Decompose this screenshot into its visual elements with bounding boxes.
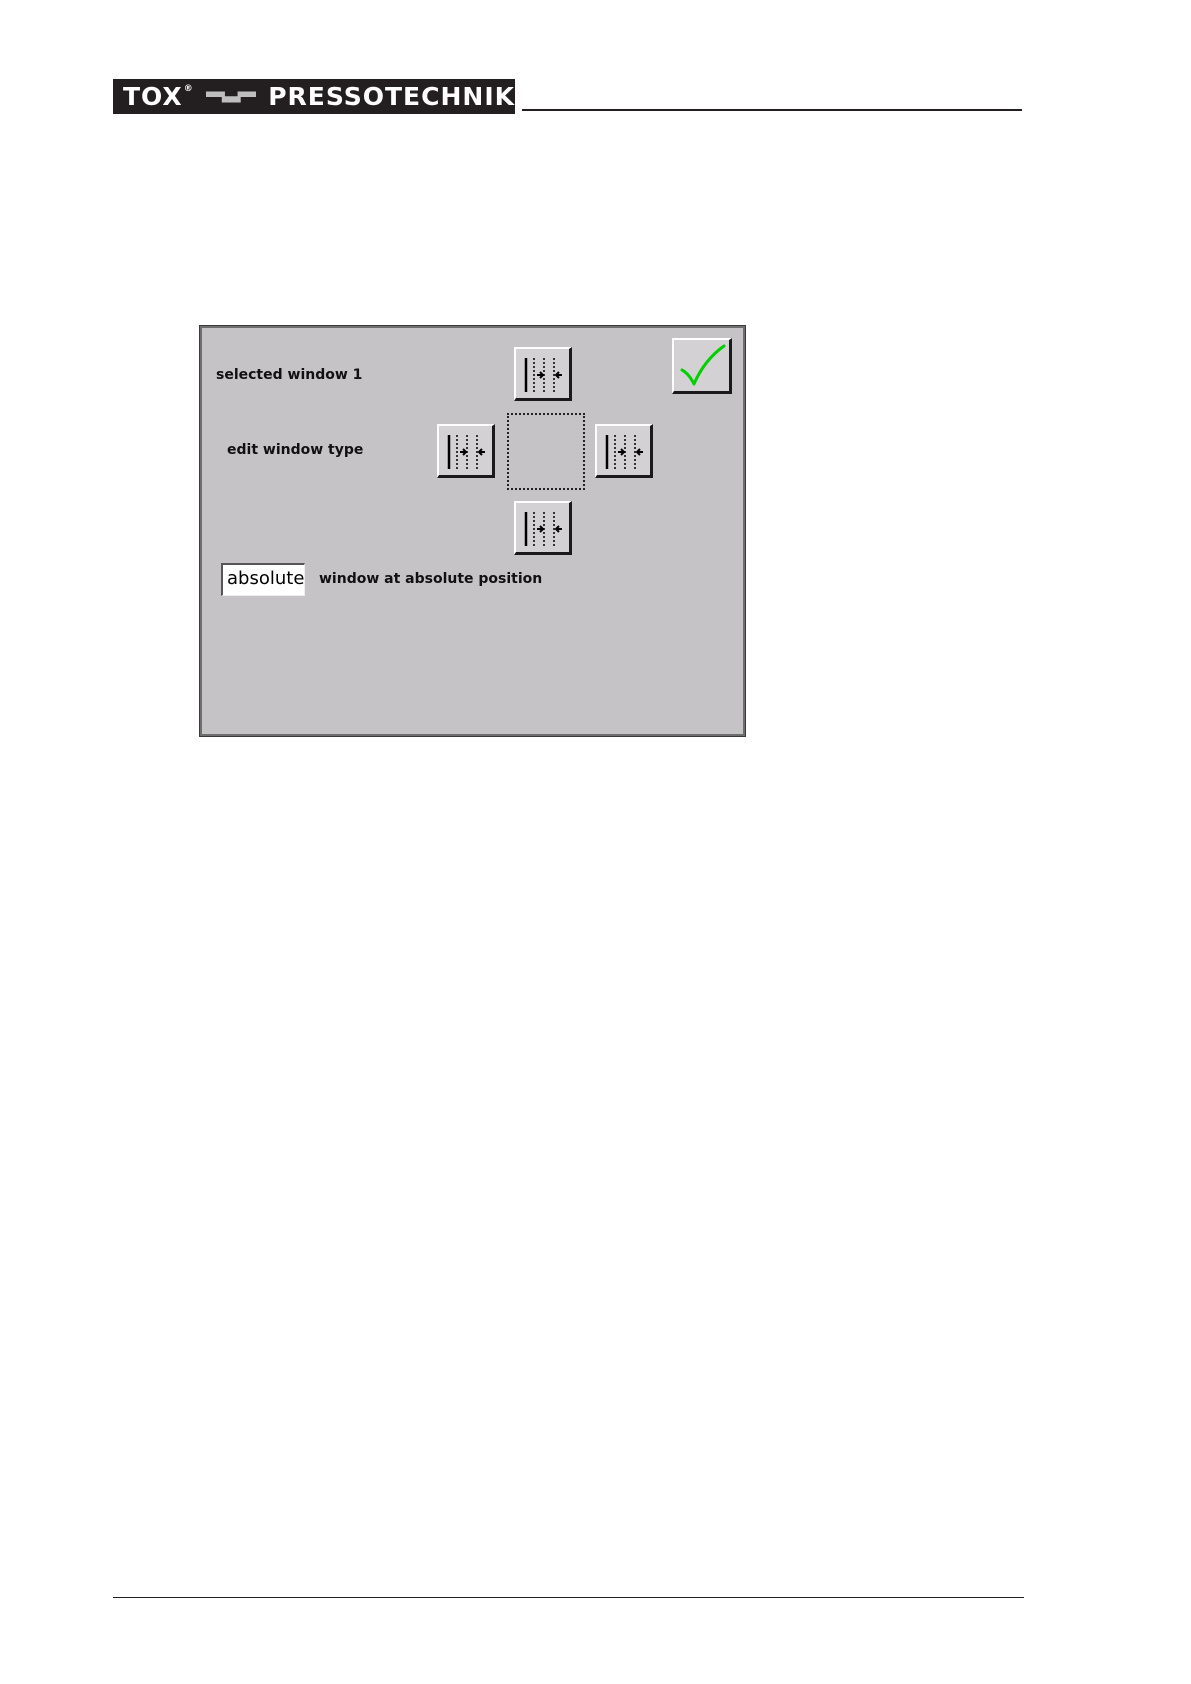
edit-window-type-label: edit window type bbox=[227, 442, 364, 458]
brand-press-icon bbox=[205, 90, 257, 103]
selected-window-label: selected window 1 bbox=[216, 367, 363, 383]
window-edge-right-icon bbox=[605, 434, 643, 469]
confirm-button[interactable] bbox=[672, 338, 732, 394]
window-edge-top-button[interactable] bbox=[514, 347, 572, 401]
brand-logo: TOX ® PRESSOTECHNIK bbox=[113, 79, 515, 114]
window-edge-left-icon bbox=[447, 434, 485, 469]
brand-name-tox: TOX bbox=[123, 82, 183, 111]
brand-registered-mark: ® bbox=[183, 83, 194, 94]
window-mode-description: window at absolute position bbox=[319, 571, 543, 587]
window-preview-area bbox=[507, 413, 585, 490]
brand-name-pressotechnik: PRESSOTECHNIK bbox=[268, 82, 515, 111]
header-rule bbox=[522, 109, 1022, 111]
footer-rule bbox=[113, 1597, 1024, 1598]
window-mode-field[interactable]: absolute bbox=[221, 563, 305, 596]
window-edge-bottom-icon bbox=[524, 511, 562, 546]
window-edge-right-button[interactable] bbox=[595, 424, 653, 478]
checkmark-icon bbox=[680, 344, 725, 385]
window-edge-left-button[interactable] bbox=[437, 424, 495, 478]
window-edge-bottom-button[interactable] bbox=[514, 501, 572, 555]
window-edit-dialog: selected window 1 edit window type absol… bbox=[199, 325, 746, 737]
window-edge-top-icon bbox=[524, 357, 562, 392]
